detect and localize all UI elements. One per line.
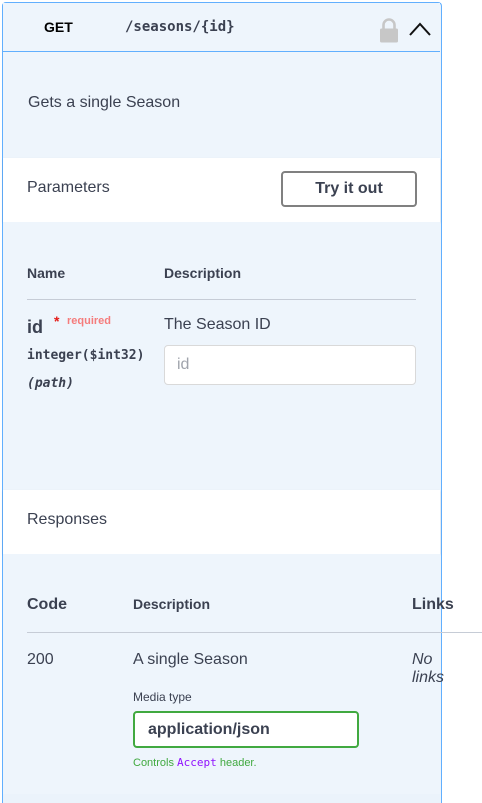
parameters-table: Name Description id * required integer($…	[3, 222, 440, 492]
required-star: *	[54, 313, 60, 329]
column-header-code: Code	[27, 596, 67, 613]
endpoint-path: /seasons/{id}	[125, 19, 235, 35]
parameter-type: integer($int32)	[27, 348, 145, 363]
try-it-out-button[interactable]: Try it out	[281, 171, 417, 207]
accept-header-code: Accept	[177, 756, 217, 769]
parameter-description: The Season ID	[164, 316, 271, 333]
response-links: No links	[412, 651, 445, 686]
id-input[interactable]	[164, 345, 416, 385]
column-header-response-description: Description	[133, 596, 211, 612]
operation-description: Gets a single Season	[3, 52, 440, 158]
required-label: required	[67, 315, 112, 327]
responses-header: Responses	[3, 490, 440, 554]
column-header-links: Links	[412, 596, 454, 613]
summary-text: Gets a single Season	[28, 94, 181, 111]
controls-prefix: Controls	[133, 757, 174, 769]
media-type-label: Media type	[133, 690, 192, 704]
opblock-summary[interactable]: GET /seasons/{id}	[3, 3, 440, 52]
responses-title: Responses	[27, 511, 108, 528]
column-header-name: Name	[27, 265, 66, 281]
controls-accept-note: Controls Accept header.	[133, 756, 257, 769]
response-description: A single Season	[133, 651, 248, 668]
parameters-header: Parameters Try it out	[3, 158, 440, 222]
method-label: GET	[44, 19, 73, 35]
media-type-select[interactable]: application/json	[133, 711, 359, 748]
chevron-up-icon[interactable]	[408, 21, 432, 37]
header-divider	[27, 299, 416, 300]
controls-suffix: header.	[219, 757, 257, 769]
column-header-description: Description	[164, 265, 242, 281]
parameters-title: Parameters	[27, 179, 110, 196]
parameter-location: (path)	[27, 376, 74, 391]
lock-icon[interactable]	[379, 16, 399, 44]
parameter-name: id	[27, 317, 43, 337]
response-code: 200	[27, 651, 54, 668]
responses-divider	[27, 632, 482, 633]
responses-table: Code Description Links 200 A single Seas…	[3, 554, 482, 794]
